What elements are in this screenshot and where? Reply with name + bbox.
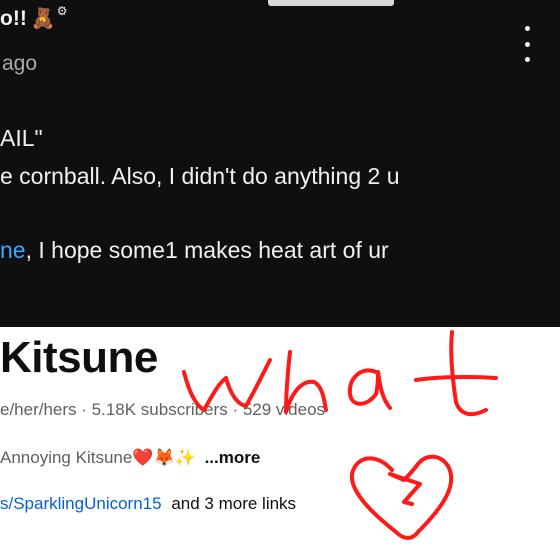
author-emoji: 🧸: [30, 8, 56, 30]
comment-text: , I hope some1 makes heat art of ur: [25, 237, 389, 263]
channel-description[interactable]: Annoying Kitsune❤️🦊✨ ...more: [0, 448, 260, 468]
comment-panel: o!! 🧸 ⚙ ago AIL" e cornball. Also, I did…: [0, 0, 560, 327]
comment-mention-link[interactable]: ne: [0, 237, 26, 263]
comment-text-line: ne, I hope some1 makes heat art of ur: [0, 237, 389, 264]
gear-icon: ⚙: [56, 3, 68, 18]
kebab-menu-icon[interactable]: [519, 26, 535, 62]
description-more-button[interactable]: ...more: [205, 448, 261, 467]
channel-meta: e/her/hers · 5.18K subscribers · 529 vid…: [0, 400, 326, 419]
screenshot-root: o!! 🧸 ⚙ ago AIL" e cornball. Also, I did…: [0, 0, 560, 560]
channel-links: s/SparklingUnicorn15 and 3 more links: [0, 494, 296, 514]
drag-handle[interactable]: [268, 0, 394, 6]
comment-author[interactable]: o!! 🧸 ⚙: [0, 3, 68, 31]
channel-link[interactable]: s/SparklingUnicorn15: [0, 494, 162, 513]
comment-timestamp: ago: [2, 52, 38, 75]
channel-header: Kitsune e/her/hers · 5.18K subscribers ·…: [0, 327, 560, 560]
channel-description-text: Annoying Kitsune❤️🦊✨: [0, 448, 196, 467]
comment-text-line: AIL": [0, 125, 43, 151]
more-links-button[interactable]: and 3 more links: [171, 494, 296, 513]
comment-author-name[interactable]: o!!: [0, 7, 27, 31]
channel-name: Kitsune: [0, 333, 158, 382]
comment-text-line: e cornball. Also, I didn't do anything 2…: [0, 163, 400, 189]
